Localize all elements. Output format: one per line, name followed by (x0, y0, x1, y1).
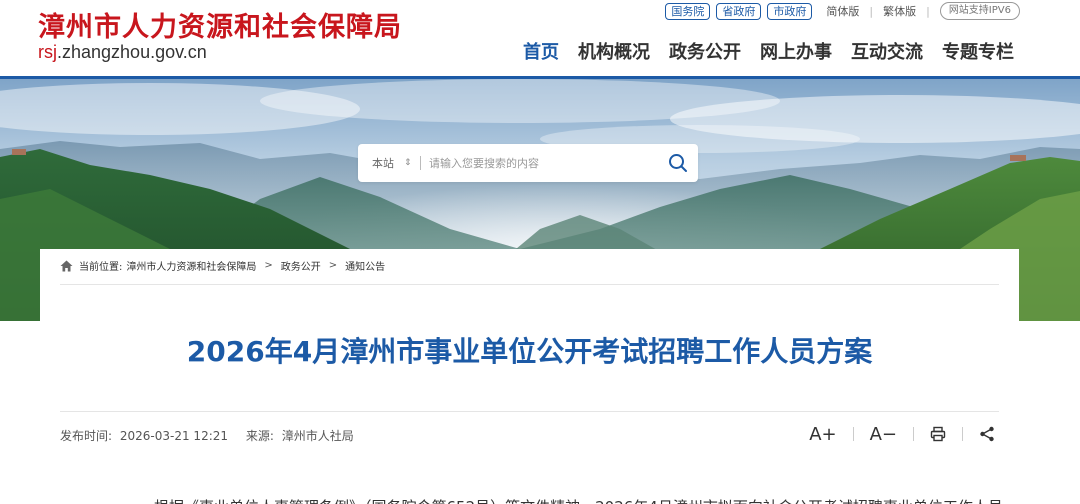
nav-online-services[interactable]: 网上办事 (760, 38, 832, 64)
font-smaller-button[interactable]: A− (870, 424, 897, 445)
link-city-gov[interactable]: 市政府 (767, 2, 813, 20)
breadcrumb-item-notices[interactable]: 通知公告 (345, 258, 385, 273)
search-input[interactable] (429, 156, 658, 170)
share-icon[interactable] (979, 426, 995, 442)
divider (913, 427, 914, 441)
search-scope-select[interactable]: 本站 ⇕ (358, 155, 420, 171)
article-card: 当前位置: 漳州市人力资源和社会保障局 > 政务公开 > 通知公告 2026年4… (40, 249, 1019, 504)
article-meta: 发布时间: 2026-03-21 12:21 来源: 漳州市人社局 (60, 427, 358, 444)
breadcrumb-item-bureau[interactable]: 漳州市人力资源和社会保障局 (126, 258, 256, 273)
search-icon[interactable] (658, 144, 698, 182)
divider (60, 284, 999, 285)
publish-time-label: 发布时间: (60, 429, 113, 443)
main-nav: 首页 机构概况 政务公开 网上办事 互动交流 专题专栏 (523, 38, 1014, 64)
simplified-link[interactable]: 简体版 (826, 3, 859, 19)
divider (852, 427, 854, 441)
domain-rest: .zhangzhou.gov.cn (57, 42, 207, 62)
link-state-council[interactable]: 国务院 (665, 2, 711, 20)
nav-interaction[interactable]: 互动交流 (851, 38, 923, 64)
top-links: 国务院 省政府 市政府 简体版 | 繁体版 | 网站支持IPV6 (665, 2, 1020, 20)
divider (420, 156, 421, 170)
site-title[interactable]: 漳州市人力资源和社会保障局 (38, 5, 402, 44)
link-province-gov[interactable]: 省政府 (716, 2, 762, 20)
nav-special-topics[interactable]: 专题专栏 (942, 38, 1014, 64)
breadcrumb-item-gov-affairs[interactable]: 政务公开 (281, 258, 321, 273)
source-value: 漳州市人社局 (281, 429, 354, 443)
ipv6-badge: 网站支持IPV6 (939, 2, 1020, 20)
divider: | (926, 4, 930, 18)
print-icon[interactable] (930, 426, 946, 442)
breadcrumb-separator: > (328, 260, 338, 271)
domain-accent: rsj (38, 42, 57, 62)
divider (60, 411, 999, 412)
publish-time: 2026-03-21 12:21 (119, 429, 229, 443)
search-scope-label: 本站 (372, 157, 394, 170)
font-larger-button[interactable]: A+ (809, 424, 836, 445)
nav-gov-affairs[interactable]: 政务公开 (669, 38, 741, 64)
article-title: 2026年4月漳州市事业单位公开考试招聘工作人员方案 (186, 335, 873, 368)
article-tools: A+ A− (809, 423, 995, 445)
search-bar: 本站 ⇕ (358, 144, 698, 182)
nav-organization[interactable]: 机构概况 (578, 38, 650, 64)
home-icon[interactable] (60, 260, 73, 272)
breadcrumb: 当前位置: 漳州市人力资源和社会保障局 > 政务公开 > 通知公告 (60, 258, 385, 273)
divider (962, 427, 963, 441)
site-header: 漳州市人力资源和社会保障局 rsj.zhangzhou.gov.cn 国务院 省… (0, 0, 1080, 79)
chevron-updown-icon: ⇕ (404, 158, 412, 168)
divider: | (869, 4, 874, 18)
site-domain: rsj.zhangzhou.gov.cn (38, 42, 207, 63)
source-label: 来源: (245, 429, 274, 443)
nav-home[interactable]: 首页 (523, 38, 559, 64)
traditional-link[interactable]: 繁体版 (883, 3, 916, 19)
breadcrumb-separator: > (264, 260, 273, 271)
breadcrumb-prefix: 当前位置: (79, 262, 123, 273)
article-body: 根据《事业单位人事管理条例》（国务院令第652号）等文件精神，2026年4月漳州… (154, 496, 1018, 504)
